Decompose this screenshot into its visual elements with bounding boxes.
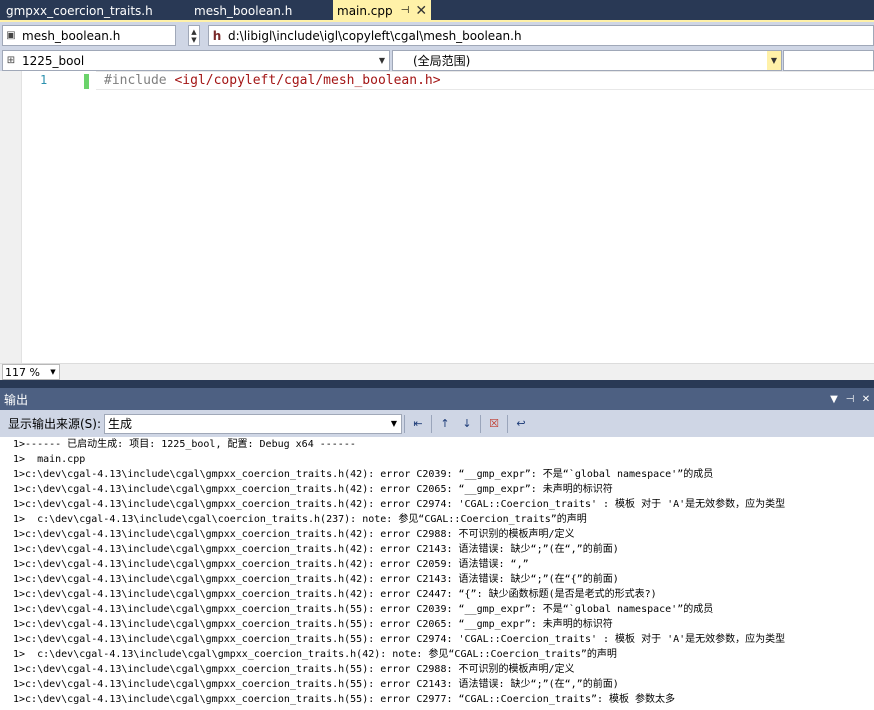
scope-navigation-bar: ⊞ 1225_bool ▼ (全局范围) ▼	[0, 50, 874, 71]
dropdown-icon[interactable]: ▼	[826, 394, 842, 405]
tab-title: main.cpp	[337, 4, 393, 18]
find-message-icon[interactable]: ⇤	[407, 414, 429, 434]
output-line[interactable]: 1>------ 已启动生成: 项目: 1225_bool, 配置: Debug…	[0, 437, 874, 452]
output-source-label: 显示输出来源(S):	[8, 417, 102, 431]
scope-combo[interactable]: (全局范围) ▼	[392, 50, 782, 71]
editor-status-bar: 117 % ▼	[0, 363, 874, 380]
header-file-icon: ▣	[6, 30, 16, 41]
tab-mesh-boolean[interactable]: mesh_boolean.h	[188, 0, 333, 22]
close-icon[interactable]: ✕	[858, 394, 874, 405]
output-line[interactable]: 1>c:\dev\cgal-4.13\include\cgal\gmpxx_co…	[0, 497, 874, 512]
close-icon[interactable]: ✕	[415, 0, 427, 22]
pin-icon[interactable]: ⊣	[401, 0, 410, 22]
output-line[interactable]: 1> c:\dev\cgal-4.13\include\cgal\coercio…	[0, 512, 874, 527]
output-line[interactable]: 1>c:\dev\cgal-4.13\include\cgal\gmpxx_co…	[0, 602, 874, 617]
code-include-path: <igl/copyleft/cgal/mesh_boolean.h>	[174, 73, 441, 88]
output-line[interactable]: 1>c:\dev\cgal-4.13\include\cgal\gmpxx_co…	[0, 527, 874, 542]
dropdown-icon[interactable]: ▼	[375, 56, 389, 65]
scope-combo-value: (全局范围)	[413, 54, 471, 68]
clear-all-icon[interactable]: ☒	[483, 414, 505, 434]
word-wrap-icon[interactable]: ↩	[510, 414, 532, 434]
dropdown-icon[interactable]: ▼	[387, 419, 401, 428]
file-path-value: d:\libigl\include\igl\copyleft\cgal\mesh…	[228, 28, 522, 43]
tab-gmpxx-coercion-traits[interactable]: gmpxx_coercion_traits.h	[0, 0, 188, 22]
output-line[interactable]: 1>c:\dev\cgal-4.13\include\cgal\gmpxx_co…	[0, 632, 874, 647]
toolbar-separator	[507, 414, 508, 433]
project-combo-value: 1225_bool	[22, 53, 85, 68]
zoom-combo[interactable]: 117 % ▼	[2, 364, 60, 380]
tab-main-cpp[interactable]: main.cpp ⊣ ✕	[333, 0, 432, 22]
output-line[interactable]: 1>c:\dev\cgal-4.13\include\cgal\gmpxx_co…	[0, 542, 874, 557]
file-combo-value: mesh_boolean.h	[22, 28, 121, 43]
pin-icon[interactable]: ⊣	[842, 394, 858, 405]
code-line[interactable]: #include <igl/copyleft/cgal/mesh_boolean…	[104, 73, 441, 88]
output-toolbar: 显示输出来源(S): 生成 ▼ ⇤ ↑ ↓ ☒ ↩	[0, 410, 874, 437]
output-line[interactable]: 1> main.cpp	[0, 452, 874, 467]
file-spinner[interactable]: ▲ ▼	[188, 25, 200, 46]
output-line[interactable]: 1>c:\dev\cgal-4.13\include\cgal\gmpxx_co…	[0, 572, 874, 587]
output-text-area[interactable]: 1>------ 已启动生成: 项目: 1225_bool, 配置: Debug…	[0, 437, 874, 710]
output-line[interactable]: 1>c:\dev\cgal-4.13\include\cgal\gmpxx_co…	[0, 482, 874, 497]
code-editor[interactable]: 1 #include <igl/copyleft/cgal/mesh_boole…	[0, 71, 874, 363]
output-title: 输出	[4, 392, 29, 407]
document-tab-strip: gmpxx_coercion_traits.h mesh_boolean.h m…	[0, 0, 874, 22]
toolbar-separator	[480, 414, 481, 433]
output-line[interactable]: 1>c:\dev\cgal-4.13\include\cgal\gmpxx_co…	[0, 692, 874, 707]
toolbar-separator	[431, 414, 432, 433]
output-line[interactable]: 1>c:\dev\cgal-4.13\include\cgal\gmpxx_co…	[0, 662, 874, 677]
change-indicator	[84, 74, 89, 89]
file-path-combo[interactable]: h d:\libigl\include\igl\copyleft\cgal\me…	[208, 25, 874, 46]
output-panel-title: 输出 ▼ ⊣ ✕	[0, 388, 874, 410]
member-combo[interactable]	[783, 50, 874, 71]
output-line[interactable]: 1>c:\dev\cgal-4.13\include\cgal\gmpxx_co…	[0, 467, 874, 482]
project-combo[interactable]: ⊞ 1225_bool ▼	[2, 50, 390, 71]
file-combo[interactable]: ▣ mesh_boolean.h	[2, 25, 176, 46]
prev-message-icon[interactable]: ↑	[434, 414, 456, 434]
dropdown-icon[interactable]: ▼	[767, 51, 781, 70]
output-line[interactable]: 1>c:\dev\cgal-4.13\include\cgal\gmpxx_co…	[0, 557, 874, 572]
output-line[interactable]: 1>c:\dev\cgal-4.13\include\cgal\gmpxx_co…	[0, 617, 874, 632]
next-message-icon[interactable]: ↓	[456, 414, 478, 434]
zoom-value: 117 %	[5, 365, 40, 379]
spin-up-icon[interactable]: ▲	[191, 28, 196, 36]
output-line[interactable]: 1>c:\dev\cgal-4.13\include\cgal\gmpxx_co…	[0, 677, 874, 692]
header-file-icon: h	[212, 28, 222, 43]
output-source-combo[interactable]: 生成 ▼	[104, 413, 402, 434]
dropdown-icon[interactable]: ▼	[47, 368, 59, 376]
toolbar-separator	[404, 414, 405, 433]
code-keyword: #include	[104, 73, 175, 88]
output-line[interactable]: 1>c:\dev\cgal-4.13\include\cgal\gmpxx_co…	[0, 587, 874, 602]
output-source-value: 生成	[108, 417, 133, 431]
class-icon: ⊞	[6, 55, 16, 66]
line-number: 1	[40, 73, 48, 87]
spin-down-icon[interactable]: ▼	[191, 36, 196, 44]
glyph-margin[interactable]	[0, 71, 22, 363]
file-navigation-bar: ▣ mesh_boolean.h ▲ ▼ h d:\libigl\include…	[0, 22, 874, 50]
output-line[interactable]: 1> c:\dev\cgal-4.13\include\cgal\gmpxx_c…	[0, 647, 874, 662]
